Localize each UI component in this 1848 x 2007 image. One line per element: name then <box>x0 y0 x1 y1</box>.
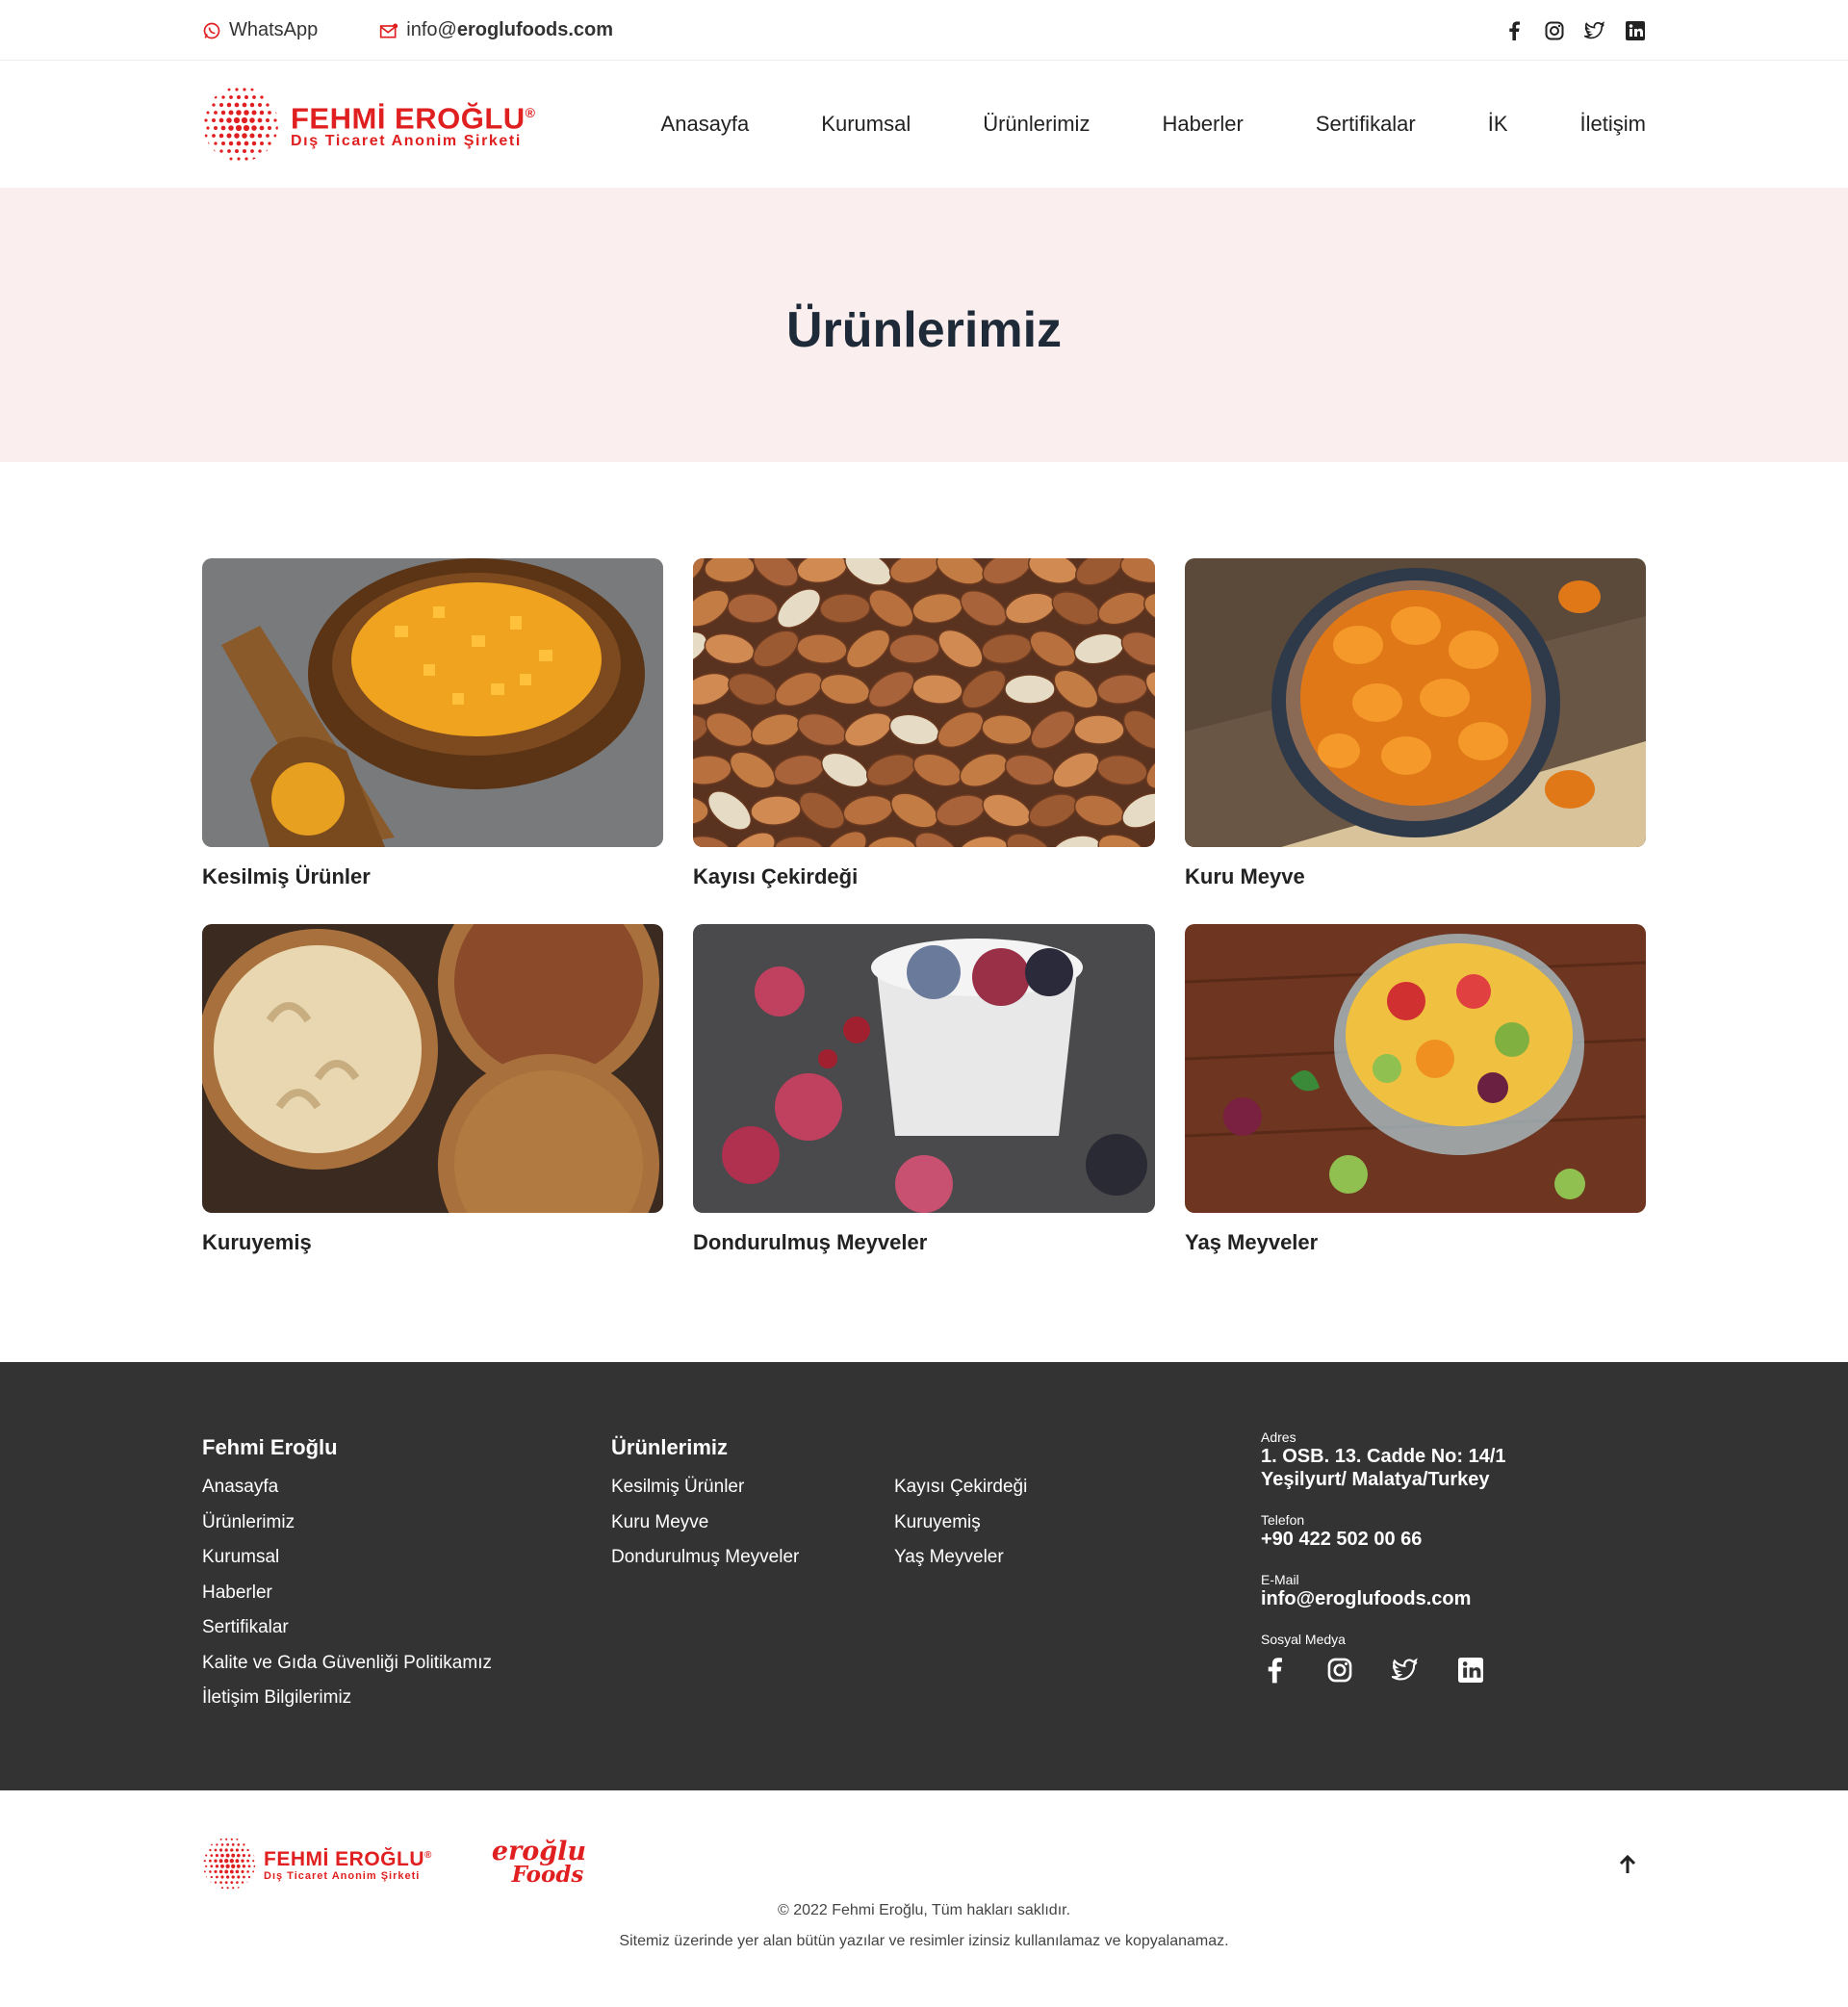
facebook-icon[interactable] <box>1503 20 1525 41</box>
top-social-links <box>1503 20 1646 41</box>
site-footer: Fehmi Eroğlu Anasayfa Ürünlerimiz Kurums… <box>0 1362 1848 1790</box>
page-hero: Ürünlerimiz <box>0 188 1848 462</box>
footer-company-column: Fehmi Eroğlu Anasayfa Ürünlerimiz Kurums… <box>202 1435 611 1716</box>
footer-products-column: Ürünlerimiz Kesilmiş Ürünler Kuru Meyve … <box>611 1435 1261 1716</box>
brand-logo-icon <box>204 88 278 161</box>
page-title: Ürünlerimiz <box>785 301 1063 358</box>
footer-company-title: Fehmi Eroğlu <box>202 1435 338 1459</box>
footer-product-kesilmis-urunler[interactable]: Kesilmiş Ürünler <box>611 1470 894 1505</box>
products-section: Kesilmiş Ürünler Kayısı Çekirdeği Kuru M… <box>0 462 1848 1362</box>
brand-name: FEHMİ EROĞLU® <box>291 101 536 136</box>
product-card-kayisi-cekirdegi[interactable]: Kayısı Çekirdeği <box>693 558 1155 889</box>
facebook-icon[interactable] <box>1261 1657 1288 1684</box>
footer-brand-logo-icon <box>203 1838 256 1890</box>
top-bar: WhatsApp info@ eroglufoods.com <box>0 0 1848 61</box>
copyright-notice: Sitemiz üzerinde yer alan bütün yazılar … <box>619 1933 1229 1949</box>
whatsapp-icon <box>203 22 220 39</box>
product-card-yas-meyveler[interactable]: Yaş Meyveler <box>1185 924 1646 1255</box>
linkedin-icon[interactable] <box>1625 20 1646 41</box>
footer-link-haberler[interactable]: Haberler <box>202 1576 611 1611</box>
footer-product-dondurulmus-meyveler[interactable]: Dondurulmuş Meyveler <box>611 1540 894 1576</box>
product-image-diced-apricots[interactable] <box>202 558 663 847</box>
footer-brand-subtitle: Dış Ticaret Anonim Şirketi <box>264 1870 421 1882</box>
email-domain: eroglufoods.com <box>456 19 614 40</box>
footer-link-sertifikalar[interactable]: Sertifikalar <box>202 1610 611 1646</box>
footer-link-anasayfa[interactable]: Anasayfa <box>202 1470 611 1505</box>
phone-value[interactable]: +90 422 502 00 66 <box>1261 1528 1588 1551</box>
product-card-kesilmis-urunler[interactable]: Kesilmiş Ürünler <box>202 558 663 889</box>
product-card-kuruyemis[interactable]: Kuruyemiş <box>202 924 663 1255</box>
email-link[interactable]: info@ eroglufoods.com <box>379 19 613 41</box>
product-title[interactable]: Kayısı Çekirdeği <box>693 864 1155 889</box>
footer-link-iletisim-bilgileri[interactable]: İletişim Bilgilerimiz <box>202 1681 611 1716</box>
product-title[interactable]: Kuruyemiş <box>202 1230 663 1255</box>
product-image-fruit-salad[interactable] <box>1185 924 1646 1213</box>
nav-kurumsal[interactable]: Kurumsal <box>821 112 911 137</box>
product-title[interactable]: Kesilmiş Ürünler <box>202 864 663 889</box>
footer-brand-name: FEHMİ EROĞLU® <box>264 1848 432 1870</box>
email-prefix: info@ <box>406 19 457 40</box>
product-card-dondurulmus-meyveler[interactable]: Dondurulmuş Meyveler <box>693 924 1155 1255</box>
bottom-bar: FEHMİ EROĞLU® Dış Ticaret Anonim Şirketi… <box>0 1790 1848 1983</box>
social-label: Sosyal Medya <box>1261 1632 1346 1647</box>
footer-link-kalite-politikasi[interactable]: Kalite ve Gıda Güvenliği Politikamız <box>202 1646 611 1682</box>
footer-brand-logo[interactable]: FEHMİ EROĞLU® Dış Ticaret Anonim Şirketi <box>202 1837 432 1891</box>
product-title[interactable]: Dondurulmuş Meyveler <box>693 1230 1155 1255</box>
product-title[interactable]: Yaş Meyveler <box>1185 1230 1646 1255</box>
nav-sertifikalar[interactable]: Sertifikalar <box>1316 112 1416 137</box>
footer-product-kayisi-cekirdegi[interactable]: Kayısı Çekirdeği <box>894 1470 1177 1505</box>
arrow-up-icon <box>1619 1854 1636 1873</box>
footer-link-kurumsal[interactable]: Kurumsal <box>202 1540 611 1576</box>
brand-subtitle: Dış Ticaret Anonim Şirketi <box>291 133 522 150</box>
brand-logo[interactable]: FEHMİ EROĞLU® Dış Ticaret Anonim Şirketi <box>202 86 536 163</box>
nav-urunlerimiz[interactable]: Ürünlerimiz <box>983 112 1090 137</box>
product-grid: Kesilmiş Ürünler Kayısı Çekirdeği Kuru M… <box>202 558 1646 1255</box>
address-value: 1. OSB. 13. Cadde No: 14/1 Yeşilyurt/ Ma… <box>1261 1446 1506 1490</box>
main-nav: Anasayfa Kurumsal Ürünlerimiz Haberler S… <box>661 112 1646 137</box>
mail-icon <box>380 23 398 38</box>
product-image-frozen-berries[interactable] <box>693 924 1155 1213</box>
nav-ik[interactable]: İK <box>1488 112 1508 137</box>
product-title[interactable]: Kuru Meyve <box>1185 864 1646 889</box>
twitter-icon[interactable] <box>1584 20 1605 41</box>
footer-product-kuru-meyve[interactable]: Kuru Meyve <box>611 1505 894 1541</box>
address-label: Adres <box>1261 1429 1296 1445</box>
product-image-almonds[interactable] <box>693 558 1155 847</box>
footer-products-title: Ürünlerimiz <box>611 1435 729 1459</box>
scroll-to-top-button[interactable] <box>1613 1850 1642 1879</box>
eroglu-foods-logo-line1: eroğlu <box>491 1837 587 1866</box>
footer-contact-column: Adres 1. OSB. 13. Cadde No: 14/1 Yeşilyu… <box>1261 1429 1588 1716</box>
footer-link-urunlerimiz[interactable]: Ürünlerimiz <box>202 1505 611 1541</box>
instagram-icon[interactable] <box>1326 1657 1353 1684</box>
email-value[interactable]: info@eroglufoods.com <box>1261 1587 1588 1610</box>
nav-haberler[interactable]: Haberler <box>1162 112 1243 137</box>
main-header: FEHMİ EROĞLU® Dış Ticaret Anonim Şirketi… <box>0 61 1848 188</box>
linkedin-icon[interactable] <box>1457 1657 1484 1684</box>
nav-iletisim[interactable]: İletişim <box>1580 112 1646 137</box>
instagram-icon[interactable] <box>1544 20 1565 41</box>
email-label: E-Mail <box>1261 1572 1299 1587</box>
phone-label: Telefon <box>1261 1512 1305 1528</box>
twitter-icon[interactable] <box>1392 1657 1419 1684</box>
product-image-dried-apricots[interactable] <box>1185 558 1646 847</box>
footer-product-yas-meyveler[interactable]: Yaş Meyveler <box>894 1540 1177 1576</box>
nav-anasayfa[interactable]: Anasayfa <box>661 112 750 137</box>
footer-product-kuruyemis[interactable]: Kuruyemiş <box>894 1505 1177 1541</box>
footer-social-links <box>1261 1657 1588 1684</box>
copyright-text: © 2022 Fehmi Eroğlu, Tüm hakları saklıdı… <box>777 1902 1071 1918</box>
whatsapp-link[interactable]: WhatsApp <box>202 19 318 41</box>
product-card-kuru-meyve[interactable]: Kuru Meyve <box>1185 558 1646 889</box>
product-image-nuts[interactable] <box>202 924 663 1213</box>
whatsapp-label: WhatsApp <box>229 19 319 40</box>
eroglu-foods-logo[interactable]: eroğlu Foods <box>491 1837 587 1888</box>
eroglu-foods-logo-line2: Foods <box>511 1862 584 1888</box>
